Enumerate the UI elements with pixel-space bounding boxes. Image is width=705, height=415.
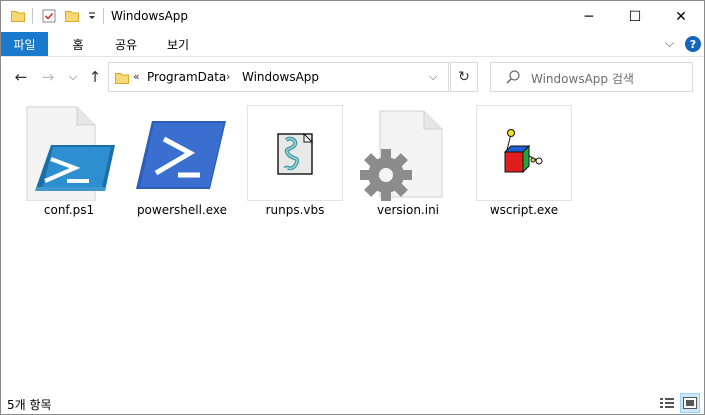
up-button[interactable]: ↑ xyxy=(85,65,105,89)
tab-view[interactable]: 보기 xyxy=(158,32,198,56)
tab-home[interactable]: 홈 xyxy=(63,32,93,56)
maximize-icon: ☐ xyxy=(628,8,642,25)
help-icon: ? xyxy=(685,36,701,52)
breadcrumb-windowsapp[interactable]: WindowsApp xyxy=(242,70,319,84)
toolbar-separator xyxy=(103,8,104,24)
folder-icon xyxy=(115,71,129,88)
file-item[interactable]: version.ini xyxy=(360,105,456,223)
refresh-icon: ↻ xyxy=(458,69,470,85)
powershell-icon xyxy=(134,105,230,201)
file-view: conf.ps1 powershell.exe runps.vbs versio… xyxy=(1,99,704,389)
maximize-button[interactable]: ☐ xyxy=(612,1,658,32)
file-item[interactable]: powershell.exe xyxy=(134,105,230,223)
file-name: powershell.exe xyxy=(136,203,228,217)
file-name: wscript.exe xyxy=(489,203,559,217)
large-icons-view-button[interactable] xyxy=(680,393,700,413)
file-name: version.ini xyxy=(376,203,440,217)
details-view-icon xyxy=(660,398,674,408)
wscript-icon xyxy=(476,105,572,201)
breadcrumb-programdata[interactable]: ProgramData xyxy=(147,70,226,84)
tab-share[interactable]: 공유 xyxy=(106,32,146,56)
file-name: runps.vbs xyxy=(265,203,325,217)
details-view-button[interactable] xyxy=(657,393,677,413)
address-bar[interactable]: « ProgramData › WindowsApp ⌵ xyxy=(108,62,449,92)
chevron-down-icon: ⌵ xyxy=(68,70,78,83)
close-icon: ✕ xyxy=(675,8,687,25)
search-icon xyxy=(505,69,521,88)
back-button[interactable]: ← xyxy=(11,65,31,89)
powershell-script-icon xyxy=(21,105,117,202)
help-button[interactable]: ? xyxy=(685,36,701,52)
minimize-button[interactable]: ─ xyxy=(566,1,612,32)
settings-file-icon xyxy=(360,105,456,201)
file-item[interactable]: wscript.exe xyxy=(476,105,572,223)
recent-locations-button[interactable]: ⌵ xyxy=(63,65,83,89)
file-name: conf.ps1 xyxy=(43,203,95,217)
toolbar-separator xyxy=(32,8,33,24)
folder-icon xyxy=(11,9,25,26)
window-title: WindowsApp xyxy=(111,9,189,23)
customize-quick-access-icon[interactable] xyxy=(87,10,97,25)
minimize-icon: ─ xyxy=(584,8,594,25)
arrow-right-icon: → xyxy=(41,68,55,86)
breadcrumb-overflow-icon[interactable]: « xyxy=(133,70,140,83)
large-icons-view-icon xyxy=(683,397,697,409)
search-input[interactable]: WindowsApp 검색 xyxy=(531,70,634,87)
chevron-down-icon[interactable]: ⌵ xyxy=(665,36,674,51)
file-item[interactable]: conf.ps1 xyxy=(21,105,117,223)
chevron-right-icon[interactable]: › xyxy=(226,70,230,83)
forward-button[interactable]: → xyxy=(38,65,58,89)
ribbon-tabs: 파일 홈 공유 보기 ⌵ ? xyxy=(1,32,704,57)
tab-file[interactable]: 파일 xyxy=(1,32,48,56)
new-folder-icon[interactable] xyxy=(65,9,79,26)
item-count: 5개 항목 xyxy=(7,398,52,412)
vbs-script-icon xyxy=(247,105,343,201)
arrow-left-icon: ← xyxy=(14,68,28,86)
status-bar: 5개 항목 xyxy=(1,393,704,414)
properties-icon[interactable] xyxy=(42,9,56,26)
chevron-down-icon[interactable]: ⌵ xyxy=(429,70,437,84)
title-bar: WindowsApp ─ ☐ ✕ xyxy=(1,1,704,32)
file-item[interactable]: runps.vbs xyxy=(247,105,343,223)
search-box[interactable]: WindowsApp 검색 xyxy=(490,62,693,92)
refresh-button[interactable]: ↻ xyxy=(450,62,478,92)
arrow-up-icon: ↑ xyxy=(88,68,102,86)
close-button[interactable]: ✕ xyxy=(658,1,704,32)
explorer-window: WindowsApp ─ ☐ ✕ 파일 홈 공유 보기 ⌵ ? ← → ⌵ ↑ … xyxy=(0,0,705,415)
